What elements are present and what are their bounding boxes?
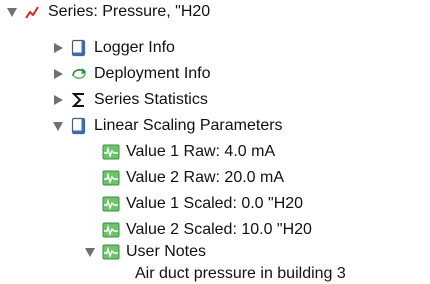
tree-item-label: Value 2 Raw: 20.0 mA xyxy=(126,169,285,186)
tree-item-logger-info[interactable]: Logger Info xyxy=(52,36,175,60)
series-line-icon xyxy=(24,3,42,21)
value-box-icon xyxy=(102,195,120,213)
sigma-icon xyxy=(70,91,88,109)
disclosure-collapsed-icon[interactable] xyxy=(52,68,64,80)
value-box-icon xyxy=(102,243,120,261)
series-tree: Series: Pressure, "H20 Logger Info Deplo… xyxy=(0,0,430,284)
value-box-icon xyxy=(102,221,120,239)
tree-item-label: Linear Scaling Parameters xyxy=(94,117,283,134)
tree-item-series-statistics[interactable]: Series Statistics xyxy=(52,88,208,112)
tree-item-linear-scaling[interactable]: Linear Scaling Parameters xyxy=(52,114,283,138)
disclosure-expanded-icon[interactable] xyxy=(6,6,18,18)
disclosure-expanded-icon[interactable] xyxy=(84,246,96,258)
user-note-text: Air duct pressure in building 3 xyxy=(135,265,346,282)
disclosure-expanded-icon[interactable] xyxy=(52,120,64,132)
tree-item-label: Series Statistics xyxy=(94,91,208,108)
logger-doc-icon xyxy=(70,39,88,57)
tree-root-label: Series: Pressure, "H20 xyxy=(48,3,211,20)
tree-item-label: Value 1 Scaled: 0.0 "H20 xyxy=(126,195,304,212)
disclosure-collapsed-icon[interactable] xyxy=(52,94,64,106)
tree-item-label: Value 1 Raw: 4.0 mA xyxy=(126,143,276,160)
tree-item-deployment-info[interactable]: Deployment Info xyxy=(52,62,211,86)
tree-item-label: User Notes xyxy=(126,243,207,260)
tree-root-series[interactable]: Series: Pressure, "H20 xyxy=(6,0,210,24)
tree-item-label: Logger Info xyxy=(94,39,175,56)
value-box-icon xyxy=(102,143,120,161)
tree-item-value1-raw[interactable]: Value 1 Raw: 4.0 mA xyxy=(102,140,275,164)
value-box-icon xyxy=(102,169,120,187)
disclosure-collapsed-icon[interactable] xyxy=(52,42,64,54)
tree-item-user-notes[interactable]: User Notes xyxy=(84,240,206,264)
deployment-cycle-icon xyxy=(70,65,88,83)
logger-doc-icon xyxy=(70,117,88,135)
tree-item-value2-raw[interactable]: Value 2 Raw: 20.0 mA xyxy=(102,166,284,190)
tree-item-value2-scaled[interactable]: Value 2 Scaled: 10.0 "H20 xyxy=(102,218,312,242)
tree-item-label: Deployment Info xyxy=(94,65,211,82)
tree-item-value1-scaled[interactable]: Value 1 Scaled: 0.0 "H20 xyxy=(102,192,303,216)
tree-item-label: Value 2 Scaled: 10.0 "H20 xyxy=(126,221,312,238)
